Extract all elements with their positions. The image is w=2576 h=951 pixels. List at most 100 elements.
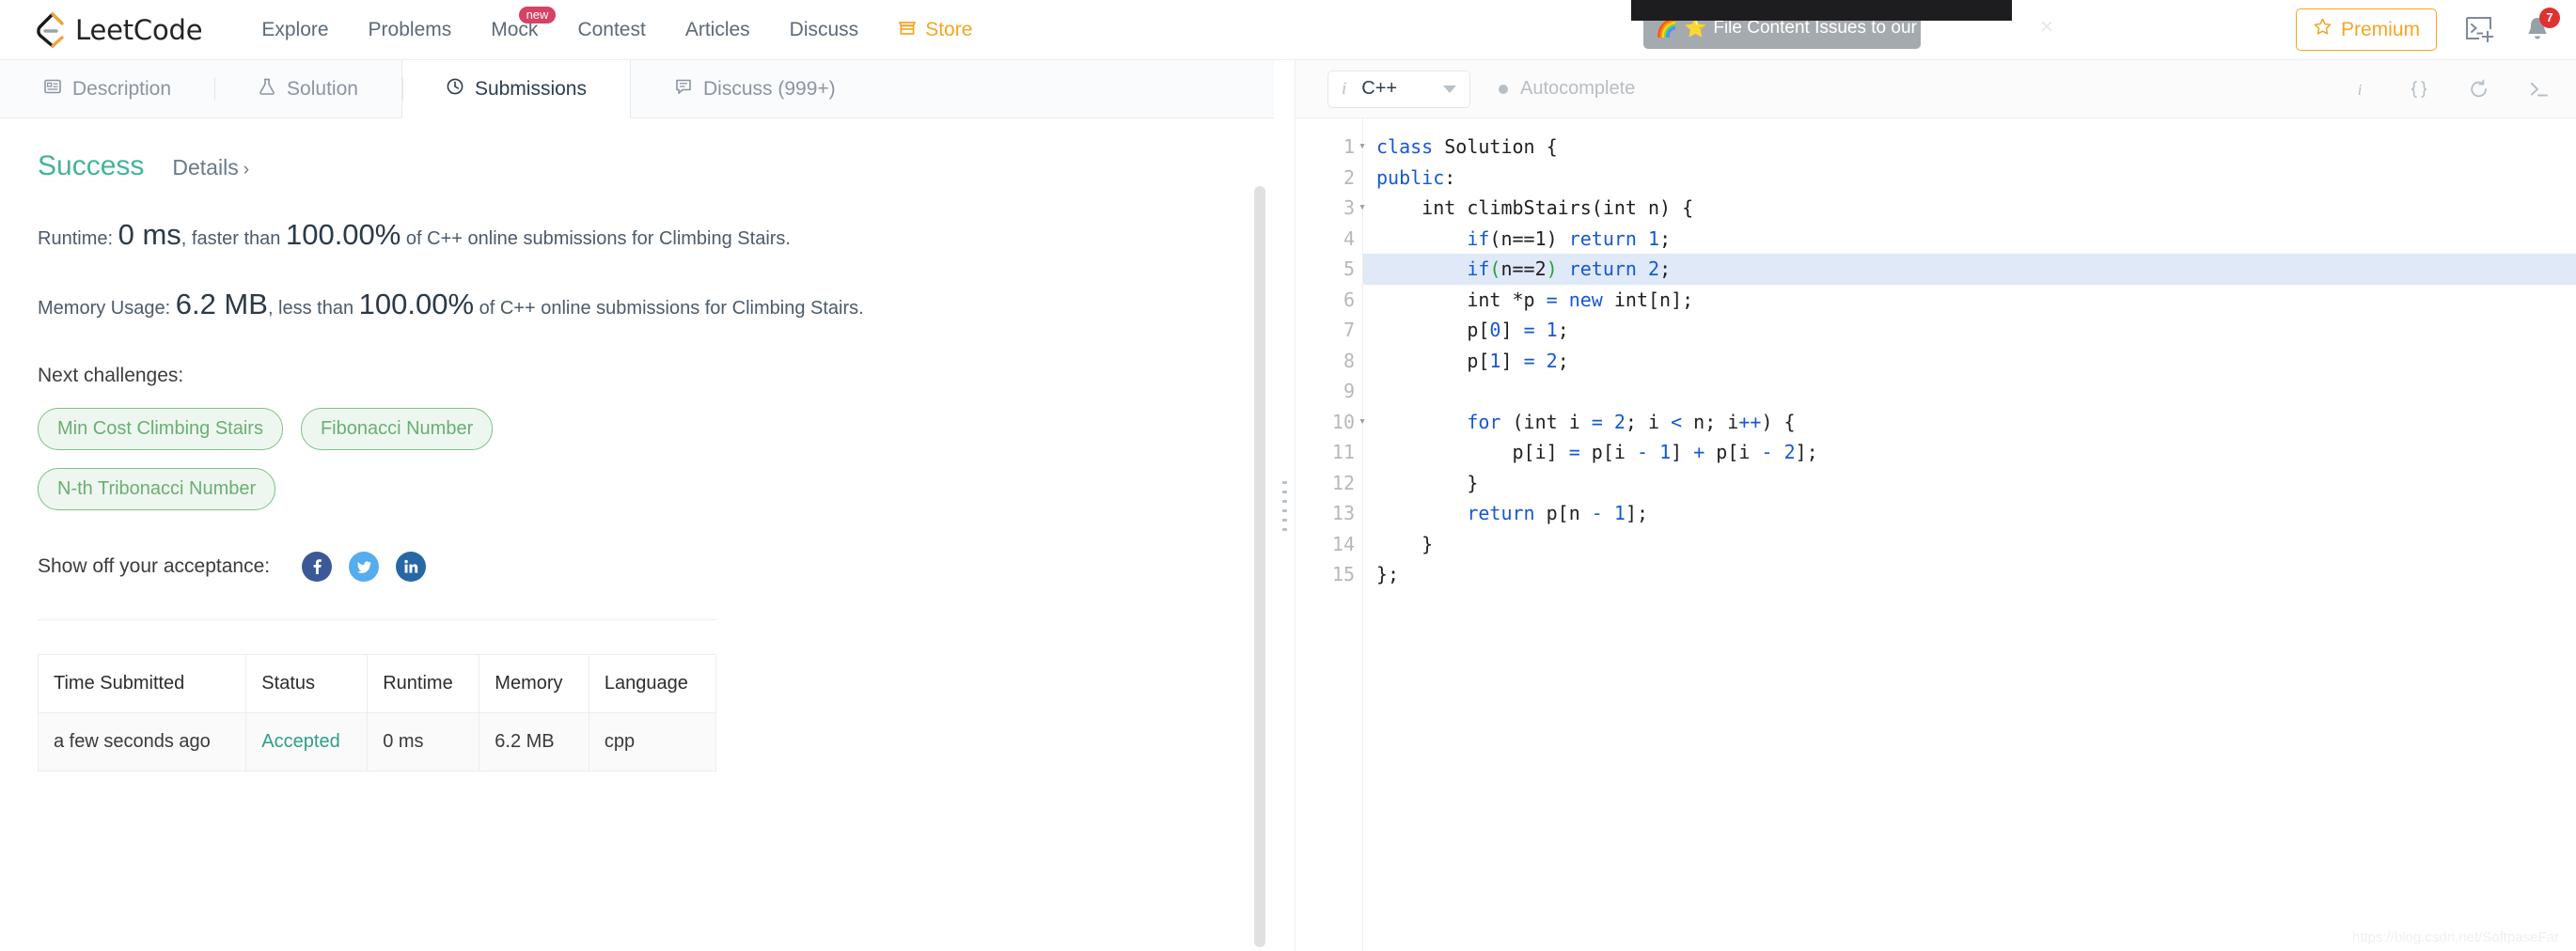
info-italic-icon: i <box>1342 78 1347 99</box>
code-line[interactable]: p[i] = p[i - 1] + p[i - 2]; <box>1376 437 2576 468</box>
share-row: Show off your acceptance: <box>38 552 1236 582</box>
code-token: } <box>1376 532 1434 555</box>
top-navbar: LeetCode Explore Problems Mock new Conte… <box>0 0 2576 59</box>
next-challenges-list: Min Cost Climbing Stairs Fibonacci Numbe… <box>38 408 696 510</box>
line-number: 12 <box>1331 471 1355 494</box>
premium-button[interactable]: Premium <box>2295 8 2437 51</box>
code-token: = <box>1546 288 1558 311</box>
table-header-row: Time Submitted Status Runtime Memory Lan… <box>37 654 717 713</box>
nav-link-contest[interactable]: Contest <box>558 19 665 41</box>
left-scrollbar-thumb[interactable] <box>1254 186 1265 947</box>
twitter-icon[interactable] <box>349 552 380 582</box>
runtime-middle: , faster than <box>181 228 281 249</box>
nav-link-explore[interactable]: Explore <box>242 19 348 41</box>
tab-discuss[interactable]: Discuss (999+) <box>631 60 879 117</box>
tab-label: Description <box>72 77 172 100</box>
code-token: int[n]; <box>1602 288 1694 311</box>
code-token: Solution <box>1444 135 1535 158</box>
runtime-prefix: Runtime: <box>38 228 114 249</box>
code-line[interactable]: public: <box>1376 163 2576 194</box>
code-token: ; i <box>1625 410 1672 433</box>
format-braces-icon[interactable] <box>2407 79 2431 100</box>
code-line[interactable]: if(n==2) return 2; <box>1363 254 2576 285</box>
details-link[interactable]: Details › <box>172 155 249 180</box>
challenge-chip[interactable]: Min Cost Climbing Stairs <box>38 408 283 450</box>
code-line[interactable]: int climbStairs(int n) { <box>1376 193 2576 224</box>
code-token: 0 <box>1489 319 1501 341</box>
nav-link-discuss[interactable]: Discuss <box>770 19 879 41</box>
section-divider <box>38 619 716 620</box>
code-line[interactable]: } <box>1376 468 2576 499</box>
logo-text: LeetCode <box>75 13 203 46</box>
challenge-chip[interactable]: Fibonacci Number <box>300 408 494 450</box>
tab-label: Solution <box>287 77 358 100</box>
status-badge: Success <box>38 150 145 181</box>
table-row[interactable]: a few seconds ago Accepted 0 ms 6.2 MB c… <box>37 712 717 772</box>
column-header-language: Language <box>588 654 717 713</box>
autocomplete-label: Autocomplete <box>1520 78 1636 99</box>
code-token: ] <box>1500 319 1524 341</box>
tab-description[interactable]: Description <box>0 60 214 117</box>
cell-language: cpp <box>588 712 717 772</box>
code-line[interactable]: p[1] = 2; <box>1376 346 2576 377</box>
terminal-plus-icon[interactable] <box>2465 16 2495 44</box>
line-number: 2 <box>1343 165 1355 189</box>
bell-icon[interactable]: 7 <box>2523 7 2560 45</box>
facebook-icon[interactable] <box>302 552 333 582</box>
nav-link-mock[interactable]: Mock new <box>471 6 558 41</box>
code-line[interactable]: }; <box>1376 559 2576 590</box>
code-line[interactable]: p[0] = 1; <box>1376 315 2576 346</box>
reset-icon[interactable] <box>2467 78 2491 101</box>
share-buttons <box>302 552 427 582</box>
linkedin-icon[interactable] <box>396 552 427 582</box>
code-line[interactable]: for (int i = 2; i < n; i++) { <box>1376 407 2576 438</box>
code-token: 1 <box>1613 502 1626 524</box>
code-token: ) <box>1546 226 1558 250</box>
code-content[interactable]: class Solution {public: int climbStairs(… <box>1363 118 2576 951</box>
code-token: ] <box>1500 349 1524 372</box>
column-header-time: Time Submitted <box>37 654 247 713</box>
code-token: int *p <box>1376 288 1547 311</box>
close-icon[interactable]: ✕ <box>2039 17 2054 39</box>
nav-label: Explore <box>261 18 329 40</box>
description-icon <box>43 77 62 101</box>
info-icon[interactable]: i <box>2352 79 2371 100</box>
tab-submissions[interactable]: Submissions <box>401 60 631 118</box>
language-select[interactable]: i C++ <box>1327 70 1470 108</box>
nav-link-store[interactable]: Store <box>878 18 992 42</box>
code-token: = <box>1591 410 1603 433</box>
code-token: ; <box>1557 349 1569 372</box>
code-token: ; <box>1659 257 1672 280</box>
code-token: public <box>1376 165 1445 189</box>
memory-suffix: of C++ online submissions for Climbing S… <box>479 298 864 319</box>
code-line[interactable]: class Solution { <box>1376 132 2576 163</box>
code-token: p[i] <box>1376 441 1569 463</box>
code-editor[interactable]: 1 ▾ 2 3 ▾ 4 5 6 7 8 9 10 ▾ 11 12 13 14 15 class Solution … <box>1296 118 2576 951</box>
nav-link-articles[interactable]: Articles <box>666 19 770 41</box>
code-token: int <box>1376 196 1468 219</box>
code-line[interactable]: return p[n - 1]; <box>1376 498 2576 529</box>
line-number: 4 <box>1343 226 1355 250</box>
leetcode-home-link[interactable]: LeetCode <box>34 11 203 48</box>
code-line[interactable]: int *p = new int[n]; <box>1376 285 2576 316</box>
cell-status[interactable]: Accepted <box>245 712 369 772</box>
console-icon[interactable] <box>2527 79 2552 100</box>
nav-link-problems[interactable]: Problems <box>349 19 472 41</box>
submissions-table: Time Submitted Status Runtime Memory Lan… <box>37 654 717 772</box>
panel-splitter[interactable] <box>1274 59 1295 951</box>
code-editor-panel: i C++ Autocomplete i 1 ▾ 2 3 ▾ 4 5 6 7 8… <box>1295 59 2576 951</box>
line-number: 14 <box>1331 532 1355 555</box>
code-token: ]; <box>1625 502 1649 524</box>
code-line[interactable]: } <box>1376 529 2576 560</box>
result-header: Success Details › <box>38 150 1236 182</box>
code-line[interactable]: if(n==1) return 1; <box>1376 224 2576 255</box>
editor-tool-group: i <box>2352 78 2552 101</box>
code-token: n; i <box>1682 410 1739 433</box>
autocomplete-toggle[interactable]: Autocomplete <box>1499 78 1635 100</box>
challenge-chip[interactable]: N-th Tribonacci Number <box>38 468 276 510</box>
tab-solution[interactable]: Solution <box>214 60 401 117</box>
cell-time: a few seconds ago <box>37 712 247 772</box>
code-line[interactable] <box>1376 376 2576 407</box>
